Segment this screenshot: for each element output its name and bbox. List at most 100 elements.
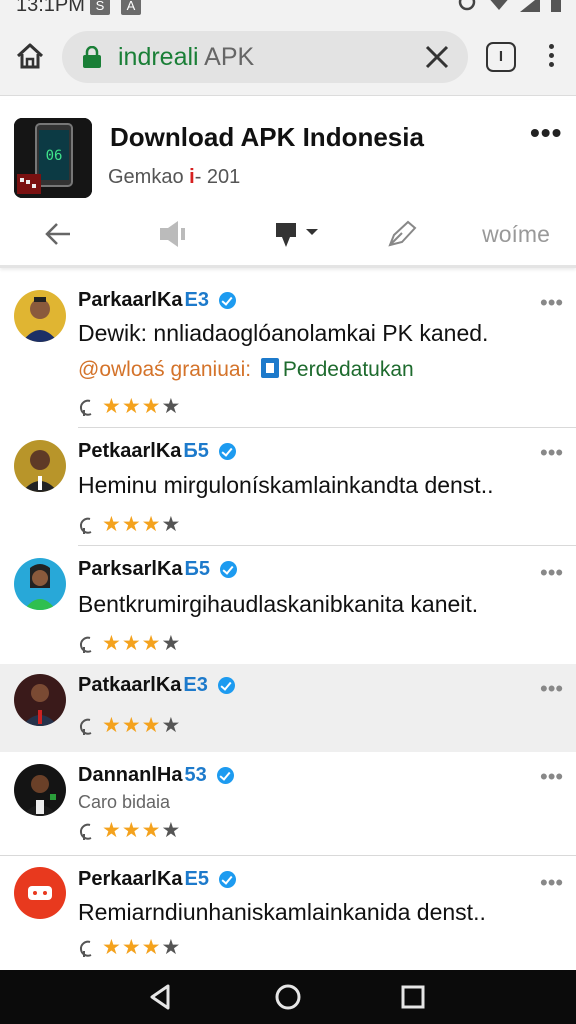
- star-icon: ★: [161, 632, 181, 655]
- star-rating: ★ ★ ★ ★: [102, 395, 181, 418]
- commenter-tag: Б5: [183, 440, 209, 462]
- comment-link[interactable]: Perdedatukan: [283, 358, 414, 381]
- comment-more-icon[interactable]: •••: [540, 440, 563, 466]
- reply-icon[interactable]: [78, 716, 98, 736]
- star-rating: ★ ★ ★ ★: [102, 936, 181, 959]
- star-rating: ★ ★ ★ ★: [102, 513, 180, 536]
- commenter-name[interactable]: PetkaarlKa Б5: [78, 440, 236, 463]
- more-options-icon[interactable]: •••: [530, 119, 562, 147]
- verified-badge-icon: [219, 871, 236, 888]
- reply-icon[interactable]: [78, 397, 98, 417]
- comment-item[interactable]: ParksarlKa Б5 ••• Bentkrumirgihaudlaskani…: [0, 546, 576, 664]
- reply-icon[interactable]: [78, 938, 98, 958]
- avatar[interactable]: [14, 867, 66, 919]
- recents-square-icon[interactable]: [398, 982, 428, 1012]
- star-icon: ★: [102, 395, 121, 418]
- app-title: Download APK Indonesia: [110, 122, 424, 152]
- volume-icon[interactable]: [150, 208, 194, 260]
- verified-badge-icon: [219, 292, 236, 309]
- comment-item[interactable]: PetkaarlKa Б5 ••• Heminu mirgulonískamlai…: [0, 428, 576, 546]
- comment-more-icon[interactable]: •••: [540, 676, 563, 702]
- thumbs-down-dropdown-icon[interactable]: [268, 208, 328, 260]
- reply-icon[interactable]: [78, 515, 98, 535]
- reply-icon[interactable]: [78, 634, 98, 654]
- rating-row: ★ ★ ★ ★: [78, 632, 181, 655]
- commenter-tag: E5: [184, 868, 209, 890]
- status-time: 13:1PM: [16, 0, 85, 16]
- status-notification-icon-2: A: [121, 0, 141, 15]
- star-icon: ★: [141, 819, 161, 842]
- commenter-tag: E3: [184, 289, 209, 311]
- address-bar[interactable]: indreali APK: [62, 31, 468, 83]
- edit-pen-icon[interactable]: [380, 208, 424, 260]
- back-triangle-icon[interactable]: [146, 982, 176, 1012]
- star-icon: ★: [141, 395, 161, 418]
- commenter-name[interactable]: ParksarlKa Б5: [78, 558, 238, 581]
- commenter-tag: Б5: [184, 558, 211, 580]
- mention-link[interactable]: @owloaś graniuai:: [78, 358, 251, 381]
- lock-icon: [83, 46, 101, 68]
- comment-text: Bentkrumirgihaudlaskanibkanita kaneit.: [78, 591, 479, 617]
- comment-more-icon[interactable]: •••: [540, 560, 563, 586]
- star-icon: ★: [161, 936, 181, 959]
- avatar[interactable]: [14, 764, 66, 816]
- toolbar-more-link[interactable]: woíme: [470, 208, 562, 260]
- avatar[interactable]: [14, 558, 66, 610]
- star-icon: ★: [102, 714, 121, 737]
- status-indicators: [456, 0, 562, 12]
- star-icon: ★: [141, 936, 161, 959]
- comment-item[interactable]: PatkaarlKa E3 ••• ★ ★ ★ ★: [0, 664, 576, 752]
- avatar[interactable]: [14, 674, 66, 726]
- verified-badge-icon: [218, 443, 236, 460]
- document-icon: [260, 358, 279, 378]
- comment-text: Dewik: nnliadaoglóanolamkai PK kaned.: [78, 320, 489, 346]
- app-action-toolbar: woíme: [0, 208, 576, 260]
- star-icon: ★: [102, 632, 121, 655]
- back-arrow-icon[interactable]: [36, 208, 80, 260]
- comment-more-icon[interactable]: •••: [540, 764, 563, 790]
- toolbar-more-label: woíme: [482, 220, 550, 247]
- verified-badge-icon: [220, 561, 238, 578]
- close-icon[interactable]: [424, 44, 450, 70]
- star-icon: ★: [141, 632, 161, 655]
- star-icon: ★: [161, 714, 181, 737]
- comment-item[interactable]: PerkaarlKa E5 ••• Remiarndiunhaniskamlain…: [0, 856, 576, 970]
- star-icon: ★: [102, 819, 121, 842]
- reply-icon[interactable]: [78, 821, 98, 841]
- tab-switcher-button[interactable]: I: [486, 42, 516, 72]
- star-icon: ★: [121, 819, 141, 842]
- comment-feed: ParkaarlKa E3 ••• Dewik: nnliadaoglóanola…: [0, 270, 576, 970]
- verified-badge-icon: [217, 677, 235, 694]
- avatar[interactable]: [14, 290, 66, 342]
- alarm-icon: [458, 0, 476, 11]
- commenter-name[interactable]: PatkaarlKa E3: [78, 674, 235, 697]
- comment-text: Heminu mirgulonískamlainkandta denst..: [78, 472, 494, 498]
- home-icon[interactable]: [14, 40, 46, 72]
- svg-text:06: 06: [46, 148, 63, 164]
- commenter-name[interactable]: DannanlHa 53: [78, 764, 234, 787]
- app-icon[interactable]: 06: [14, 118, 92, 198]
- rating-row: ★ ★ ★ ★: [78, 395, 181, 418]
- comment-more-icon[interactable]: •••: [540, 870, 563, 896]
- star-icon: ★: [121, 632, 141, 655]
- star-icon: ★: [121, 513, 141, 536]
- wifi-icon: [490, 0, 508, 10]
- comment-more-icon[interactable]: •••: [540, 290, 563, 316]
- commenter-name[interactable]: PerkaarlKa E5: [78, 868, 236, 891]
- url-host: indreali: [118, 43, 199, 71]
- comment-item[interactable]: ParkaarlKa E3 ••• Dewik: nnliadaoglóanola…: [0, 270, 576, 428]
- rating-row: ★ ★ ★ ★: [78, 936, 181, 959]
- rating-row: ★ ★ ★ ★: [78, 513, 180, 536]
- star-rating: ★ ★ ★ ★: [102, 819, 180, 842]
- browser-menu-icon[interactable]: [540, 40, 562, 74]
- star-icon: ★: [141, 513, 161, 536]
- star-rating: ★ ★ ★ ★: [102, 714, 181, 737]
- commenter-name[interactable]: ParkaarlKa E3: [78, 289, 236, 312]
- home-circle-icon[interactable]: [273, 982, 303, 1012]
- browser-toolbar: indreali APK I: [0, 18, 576, 96]
- app-subtitle: Gemkao i- 201: [108, 166, 241, 188]
- url-text[interactable]: indreali APK: [118, 43, 254, 72]
- star-icon: ★: [161, 395, 181, 418]
- avatar[interactable]: [14, 440, 66, 492]
- comment-item[interactable]: DannanlHa 53 ••• Caro bidaia ★ ★ ★ ★: [0, 752, 576, 856]
